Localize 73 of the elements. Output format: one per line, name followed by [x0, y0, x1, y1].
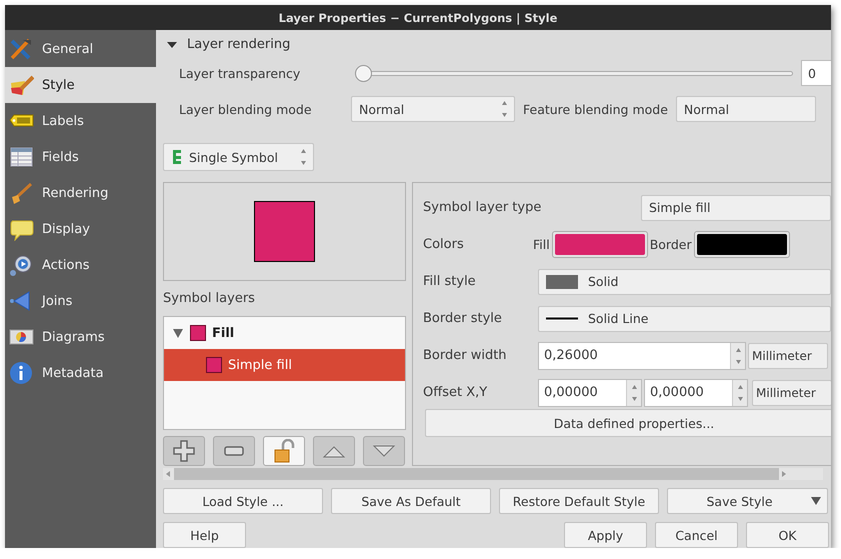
- spin-arrows-icon: [501, 99, 508, 119]
- sidebar-item[interactable]: Display: [5, 211, 156, 247]
- field-label: Border style: [423, 311, 503, 326]
- sidebar-item[interactable]: Fields: [5, 139, 156, 175]
- scroll-right-icon: [782, 471, 787, 477]
- button[interactable]: Cancel: [655, 522, 738, 548]
- field-label: Symbol layer type: [423, 200, 542, 215]
- field-label: Feature blending mode: [522, 102, 669, 116]
- dropdown[interactable]: Millimeter: [752, 380, 831, 406]
- slider[interactable]: [355, 64, 793, 82]
- table-icon: [9, 145, 34, 169]
- field-label: Layer blending mode: [178, 102, 313, 116]
- dropdown[interactable]: Solid: [538, 268, 831, 294]
- tree-item[interactable]: Simple fill: [164, 349, 405, 381]
- button[interactable]: Apply: [564, 522, 647, 548]
- tool-button[interactable]: [363, 436, 405, 466]
- sidebar-item[interactable]: Style: [5, 67, 156, 103]
- sidebar-item[interactable]: Joins: [5, 283, 156, 319]
- data-defined-button[interactable]: Data defined properties...: [425, 409, 831, 437]
- collapse-arrow-icon: [166, 40, 178, 50]
- spin-arrows-icon: [300, 147, 307, 167]
- section-header[interactable]: Layer rendering: [163, 37, 290, 52]
- number-field[interactable]: 0,26000: [538, 342, 746, 370]
- spin-arrows-icon: [630, 382, 638, 402]
- tool-button[interactable]: [313, 436, 355, 466]
- scroll-left-icon: [166, 471, 171, 477]
- sidebar-item[interactable]: Diagrams: [5, 319, 156, 355]
- number-field[interactable]: 0,00000: [538, 378, 642, 406]
- padlock-icon: [272, 439, 296, 463]
- button[interactable]: Save Style: [667, 488, 828, 514]
- field-label: Layer transparency: [178, 66, 302, 80]
- solid-fill-icon: [546, 274, 578, 288]
- add-icon: [172, 439, 196, 463]
- window-title: Layer Properties − CurrentPolygons | Style: [278, 10, 558, 24]
- renderer-dropdown[interactable]: Single Symbol: [163, 143, 314, 171]
- field-label: Offset X,Y: [423, 385, 488, 400]
- dropdown-arrow-icon: [811, 497, 821, 505]
- button[interactable]: Restore Default Style: [499, 488, 659, 514]
- tool-button[interactable]: [263, 436, 305, 466]
- dropdown[interactable]: Solid Line: [538, 306, 831, 332]
- dropdown[interactable]: Simple fill: [641, 194, 831, 220]
- button[interactable]: OK: [746, 522, 829, 548]
- tool-button[interactable]: [213, 436, 255, 466]
- section-label: Symbol layers: [163, 290, 256, 308]
- field-label: Border width: [423, 348, 508, 363]
- sidebar-item[interactable]: Metadata: [5, 355, 156, 391]
- button[interactable]: Load Style ...: [163, 488, 323, 514]
- field-label: Fill style: [423, 274, 477, 289]
- brush-icon: [9, 73, 34, 97]
- solid-line-icon: [546, 317, 578, 320]
- paintbrush-icon: [9, 181, 34, 205]
- tools-icon: [9, 37, 34, 61]
- dropdown[interactable]: Millimeter: [748, 342, 828, 368]
- tree-item[interactable]: Fill: [164, 317, 405, 349]
- sidebar-item[interactable]: Actions: [5, 247, 156, 283]
- info-icon: [9, 361, 34, 385]
- button[interactable]: Save As Default: [331, 488, 491, 514]
- sidebar-item[interactable]: General: [5, 31, 156, 67]
- field-label: Fill: [532, 237, 551, 252]
- button[interactable]: Help: [163, 522, 246, 548]
- spin-arrows-icon: [734, 346, 742, 366]
- dropdown[interactable]: Normal: [676, 96, 816, 122]
- sidebar-item[interactable]: Labels: [5, 103, 156, 139]
- number-field[interactable]: 0: [801, 60, 831, 86]
- symbol-tree-icon: [171, 149, 183, 165]
- field-label: Border: [648, 237, 693, 252]
- number-field[interactable]: 0,00000: [644, 378, 748, 406]
- spin-arrows-icon: [736, 382, 744, 402]
- tool-button[interactable]: [163, 436, 205, 466]
- gear-icon: [9, 253, 34, 277]
- sidebar-item[interactable]: Rendering: [5, 175, 156, 211]
- dropdown[interactable]: Normal: [351, 96, 515, 122]
- slider-thumb[interactable]: [355, 64, 372, 82]
